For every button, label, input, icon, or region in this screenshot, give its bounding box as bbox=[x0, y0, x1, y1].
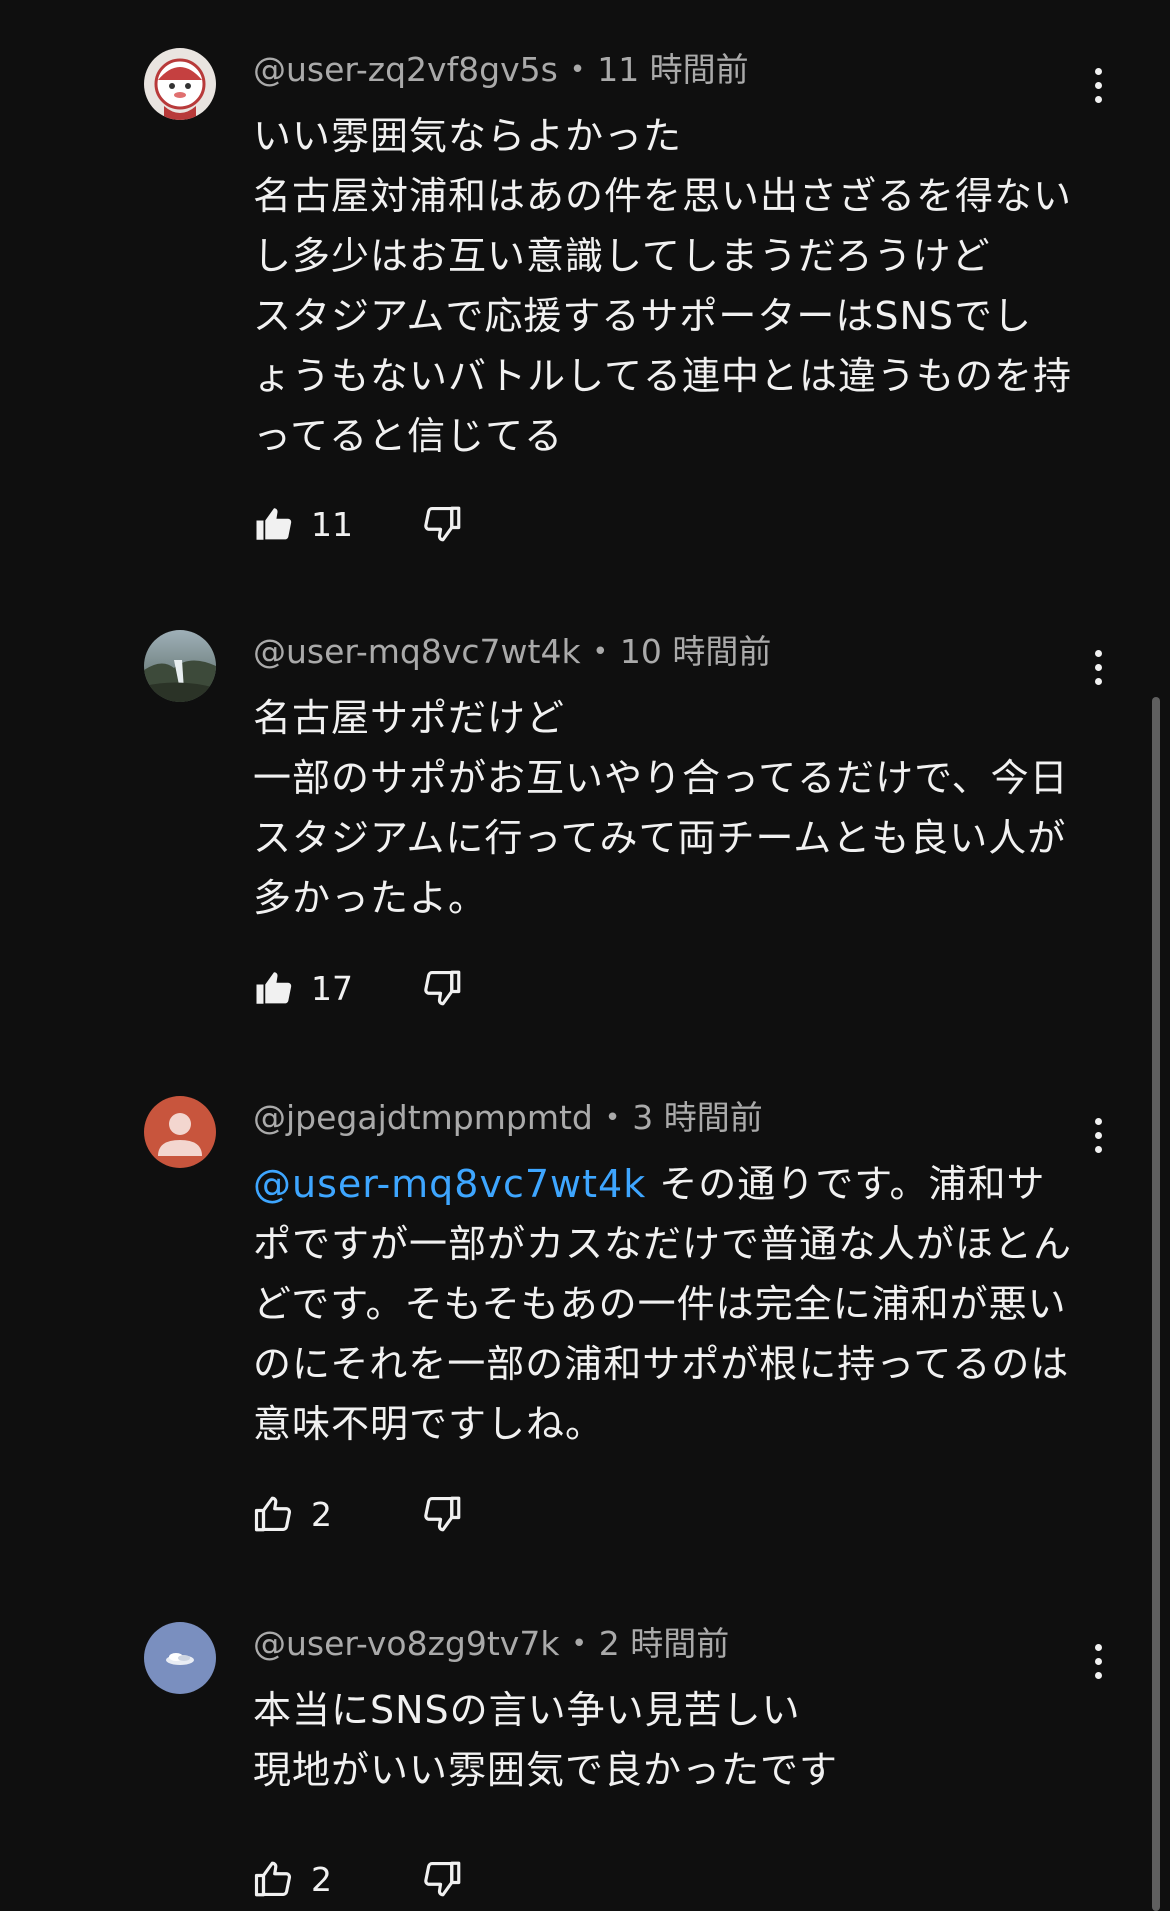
thumbs-up-icon bbox=[254, 1496, 292, 1532]
thumbs-down-icon bbox=[424, 970, 461, 1006]
dislike-button[interactable] bbox=[422, 503, 464, 545]
comment-line: いい雰囲気ならよかった bbox=[253, 114, 683, 158]
like-count: 17 bbox=[311, 969, 353, 1008]
mention-link[interactable]: @user-mq8vc7wt4k bbox=[253, 1162, 646, 1206]
comment-line: スタジアムで応援するサポーターはSNSでし bbox=[253, 294, 1033, 338]
avatar[interactable] bbox=[144, 630, 216, 702]
default-person-avatar-icon bbox=[144, 1096, 216, 1168]
avatar[interactable] bbox=[144, 1622, 216, 1694]
author-handle[interactable]: @user-zq2vf8gv5s bbox=[253, 50, 558, 89]
comment-time[interactable]: 10 時間前 bbox=[620, 632, 771, 671]
thumbs-down-icon bbox=[424, 1861, 461, 1897]
author-handle[interactable]: @jpegajdtmpmpmtd bbox=[253, 1098, 593, 1137]
author-handle[interactable]: @user-vo8zg9tv7k bbox=[253, 1624, 559, 1663]
like-button[interactable] bbox=[253, 503, 295, 545]
comment-line: ょうもないバトルしてる連中とは違うものを持 bbox=[253, 354, 1073, 398]
comment-line: @user-mq8vc7wt4k その通りです。浦和サ bbox=[253, 1154, 1083, 1214]
more-options-icon[interactable] bbox=[1083, 1638, 1113, 1688]
comment-line: 一部のサポがお互いやり合ってるだけで、今日 bbox=[253, 756, 1069, 800]
scrollbar[interactable] bbox=[1152, 697, 1160, 1911]
like-count: 11 bbox=[311, 505, 353, 544]
author-handle[interactable]: @user-mq8vc7wt4k bbox=[253, 632, 581, 671]
comment-text: @user-mq8vc7wt4k その通りです。浦和サ ポですが一部がカスなだけ… bbox=[253, 1154, 1083, 1454]
thumbs-up-icon bbox=[254, 1861, 292, 1897]
more-options-icon[interactable] bbox=[1083, 62, 1113, 112]
like-button[interactable] bbox=[253, 967, 295, 1009]
comment-time[interactable]: 3 時間前 bbox=[632, 1098, 763, 1137]
thumbs-down-icon bbox=[424, 1496, 461, 1532]
dislike-button[interactable] bbox=[422, 1858, 464, 1900]
comment-line: どです。そもそもあの一件は完全に浦和が悪い bbox=[253, 1282, 1067, 1326]
comment-line: 意味不明ですしね。 bbox=[253, 1402, 605, 1446]
comment-line: 名古屋サポだけど bbox=[253, 696, 566, 740]
meta-separator: • bbox=[569, 55, 586, 85]
like-button[interactable] bbox=[253, 1858, 295, 1900]
comment-text: 本当にSNSの言い争い見苦しい 現地がいい雰囲気で良かったです bbox=[253, 1680, 1083, 1800]
comment-line: スタジアムに行ってみて両チームとも良い人が bbox=[253, 816, 1067, 860]
meta-separator: • bbox=[592, 637, 608, 667]
dislike-button[interactable] bbox=[422, 967, 464, 1009]
like-count: 2 bbox=[311, 1860, 332, 1899]
comment-line: 本当にSNSの言い争い見苦しい bbox=[253, 1688, 801, 1732]
landscape-photo-avatar-icon bbox=[144, 630, 216, 702]
thumbs-up-filled-icon bbox=[256, 972, 292, 1004]
comment-meta: @user-zq2vf8gv5s • 11 時間前 bbox=[253, 50, 749, 90]
comment-line: 現地がいい雰囲気で良かったです bbox=[253, 1748, 839, 1792]
comment-line: ポですが一部がカスなだけで普通な人がほとん bbox=[253, 1222, 1073, 1266]
comment-line: 名古屋対浦和はあの件を思い出さざるを得ない bbox=[253, 174, 1073, 218]
comment-time[interactable]: 2 時間前 bbox=[599, 1624, 730, 1663]
thumbs-down-icon bbox=[424, 506, 461, 542]
anime-character-avatar-icon bbox=[144, 48, 216, 120]
avatar[interactable] bbox=[144, 48, 216, 120]
cloud-avatar-icon bbox=[144, 1622, 216, 1694]
comment-time[interactable]: 11 時間前 bbox=[597, 50, 748, 89]
comment-line: のにそれを一部の浦和サポが根に持ってるのは bbox=[253, 1342, 1070, 1386]
comment-text: いい雰囲気ならよかった 名古屋対浦和はあの件を思い出さざるを得ない し多少はお互… bbox=[253, 106, 1083, 466]
comment-line: 多かったよ。 bbox=[253, 876, 488, 920]
comment-line: し多少はお互い意識してしまうだろうけど bbox=[253, 234, 991, 278]
more-options-icon[interactable] bbox=[1083, 1112, 1113, 1162]
meta-separator: • bbox=[604, 1103, 621, 1133]
more-options-icon[interactable] bbox=[1083, 644, 1113, 694]
comment-meta: @user-mq8vc7wt4k • 10 時間前 bbox=[253, 632, 771, 672]
avatar[interactable] bbox=[144, 1096, 216, 1168]
comment-meta: @user-vo8zg9tv7k • 2 時間前 bbox=[253, 1624, 729, 1664]
comment-line: ってると信じてる bbox=[253, 414, 564, 458]
comment-text: 名古屋サポだけど 一部のサポがお互いやり合ってるだけで、今日 スタジアムに行って… bbox=[253, 688, 1083, 928]
comment-meta: @jpegajdtmpmpmtd • 3 時間前 bbox=[253, 1098, 763, 1138]
like-button[interactable] bbox=[253, 1493, 295, 1535]
thumbs-up-filled-icon bbox=[256, 508, 292, 540]
like-count: 2 bbox=[311, 1495, 332, 1534]
meta-separator: • bbox=[571, 1629, 587, 1659]
comment-line-rest: その通りです。浦和サ bbox=[646, 1162, 1046, 1206]
dislike-button[interactable] bbox=[422, 1493, 464, 1535]
